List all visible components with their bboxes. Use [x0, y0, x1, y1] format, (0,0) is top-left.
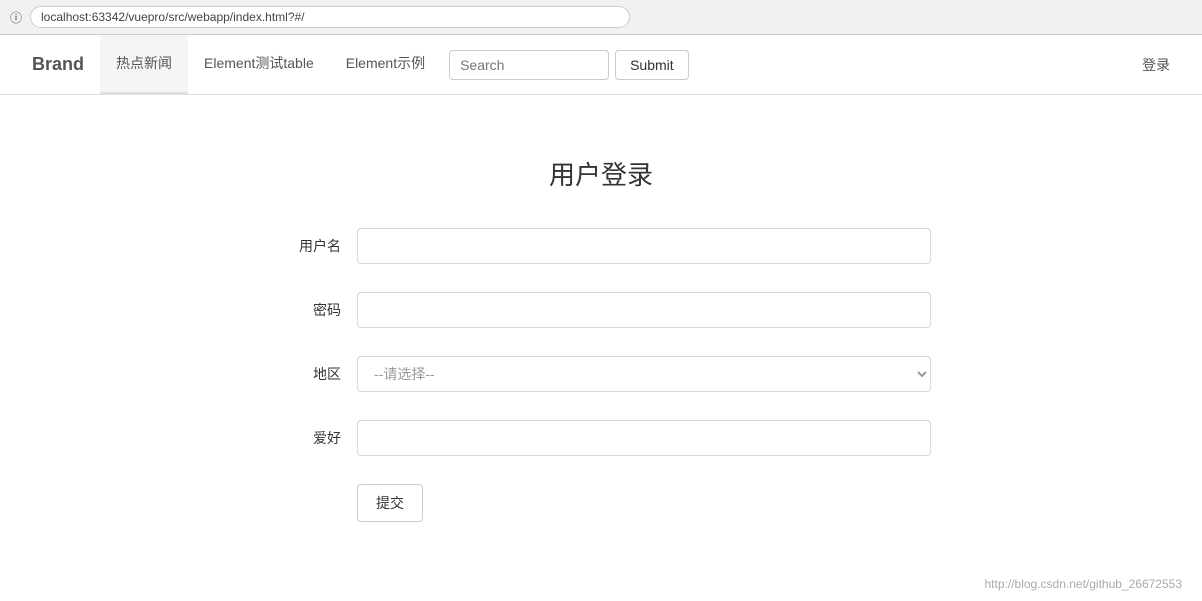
url-bar[interactable]: localhost:63342/vuepro/src/webapp/index.…	[30, 6, 630, 28]
label-password: 密码	[271, 300, 341, 320]
browser-icon: ⓘ	[10, 9, 22, 26]
search-input[interactable]	[449, 50, 609, 80]
input-username[interactable]	[357, 228, 931, 264]
login-form: 用户名 密码 地区 --请选择-- 爱好 提交	[271, 228, 931, 522]
input-password[interactable]	[357, 292, 931, 328]
select-region[interactable]: --请选择--	[357, 356, 931, 392]
form-submit-row: 提交	[271, 484, 931, 522]
navbar-search: Submit	[449, 50, 689, 80]
footer-text: http://blog.csdn.net/github_26672553	[985, 577, 1183, 591]
navbar-brand[interactable]: Brand	[16, 35, 100, 95]
label-region: 地区	[271, 364, 341, 384]
main-content: 用户登录 用户名 密码 地区 --请选择-- 爱好 提交	[0, 95, 1202, 542]
login-link[interactable]: 登录	[1126, 55, 1186, 75]
form-submit-button[interactable]: 提交	[357, 484, 423, 522]
navbar-right: 登录	[1126, 55, 1186, 75]
browser-bar: ⓘ localhost:63342/vuepro/src/webapp/inde…	[0, 0, 1202, 35]
input-hobby[interactable]	[357, 420, 931, 456]
label-hobby: 爱好	[271, 428, 341, 448]
form-group-region: 地区 --请选择--	[271, 356, 931, 392]
nav-menu: 热点新闻 Element测试table Element示例	[100, 35, 441, 95]
navbar: Brand 热点新闻 Element测试table Element示例 Subm…	[0, 35, 1202, 95]
label-username: 用户名	[271, 236, 341, 256]
nav-item-element-example[interactable]: Element示例	[330, 35, 441, 95]
footer: http://blog.csdn.net/github_26672553	[985, 577, 1183, 591]
nav-item-hot-news[interactable]: 热点新闻	[100, 35, 188, 95]
form-group-username: 用户名	[271, 228, 931, 264]
nav-item-element-table[interactable]: Element测试table	[188, 35, 330, 95]
form-group-hobby: 爱好	[271, 420, 931, 456]
submit-button[interactable]: Submit	[615, 50, 689, 80]
form-group-password: 密码	[271, 292, 931, 328]
form-title: 用户登录	[549, 155, 653, 192]
